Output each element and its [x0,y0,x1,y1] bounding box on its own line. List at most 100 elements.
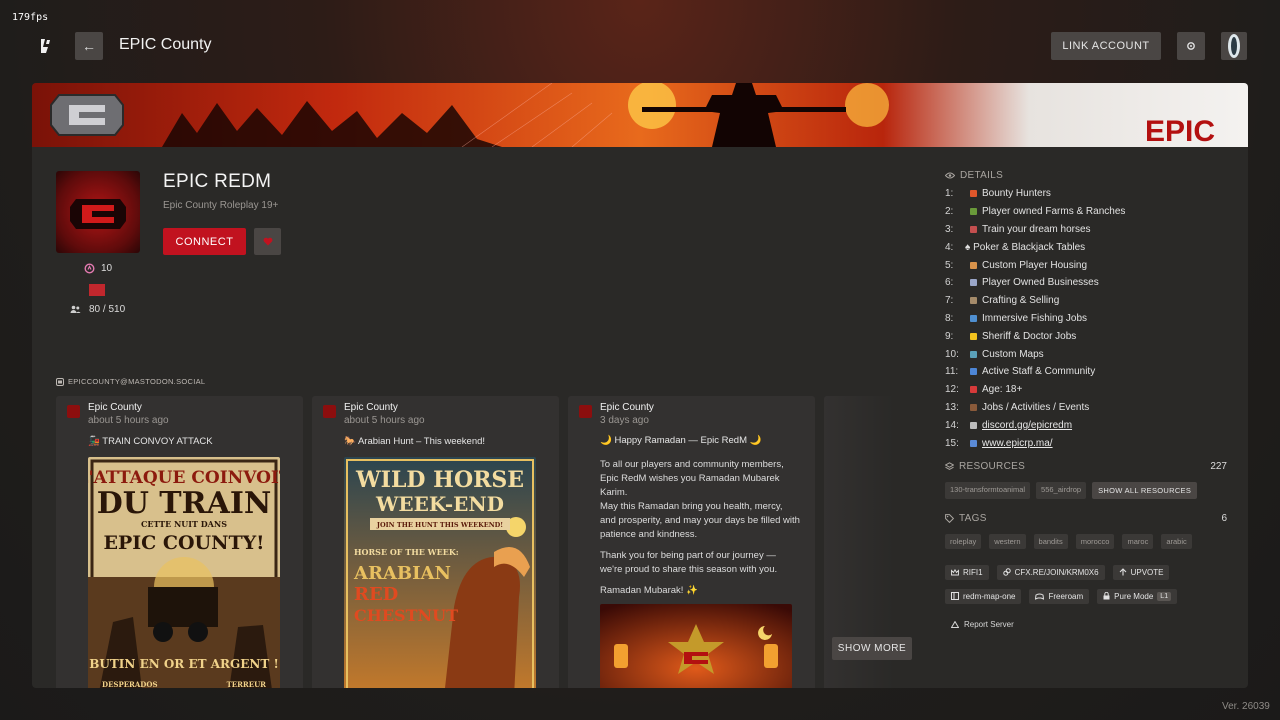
top-bar: ← EPIC County LINK ACCOUNT [0,30,1280,62]
report-label: Report Server [964,619,1014,629]
detail-number: 7: [945,295,954,307]
mastodon-label: EPICCOUNTY@MASTODON.SOCIAL [56,377,205,386]
favorite-button[interactable] [254,228,281,255]
join-link: CFX.RE/JOIN/KRM0X6 [1014,567,1099,577]
gamemode-badge: Freeroam [1029,588,1090,604]
poster-breed-1: ARABIAN [353,563,451,584]
poster-title-3: EPIC COUNTY! [103,532,264,554]
pure-mode-badge: Pure Mode L1 [1097,588,1178,604]
arrow-up-icon [1119,568,1126,576]
show-all-resources-button[interactable]: SHOW ALL RESOURCES [1092,481,1198,499]
detail-item[interactable]: 15: www.epicrp.ma/ [945,434,1227,452]
resources-chips: 130-transformtoanimal 556_airdrop SHOW A… [945,481,1227,499]
mastodon-account: EPICCOUNTY@MASTODON.SOCIAL [68,377,206,386]
detail-emoji-icon [970,421,977,429]
post-body: To all our players and community members… [600,458,800,605]
poster-title-2: WEEK-END [375,492,504,516]
settings-button[interactable] [1177,32,1205,60]
detail-emoji-icon [970,439,977,447]
resource-chip[interactable]: 556_airdrop [1036,481,1087,499]
detail-item[interactable]: 14: discord.gg/epicredm [945,416,1227,434]
tag-icon [945,514,954,523]
detail-emoji-icon [970,314,977,322]
detail-text: Crafting & Selling [982,295,1060,307]
feed-post[interactable]: Epic County about 5 hours ago 🐎 Arabian … [312,396,559,688]
detail-item: 1: Bounty Hunters [945,185,1227,203]
map-badge: redm-map-one [945,588,1022,604]
detail-emoji-icon [970,225,977,233]
page-title: EPIC County [119,36,212,53]
tag-chip[interactable]: maroc [1122,533,1154,549]
post-image[interactable] [600,604,792,688]
join-link-button[interactable]: CFX.RE/JOIN/KRM0X6 [996,564,1105,580]
server-banner: EPIC [32,83,1248,147]
boost-count: 10 [84,263,112,274]
tag-chip[interactable]: arabic [1161,533,1192,549]
resources-count: 227 [1210,460,1227,472]
detail-item: 4: ♠ Poker & Blackjack Tables [945,238,1227,256]
detail-item: 10: Custom Maps [945,345,1227,363]
app-logo-icon[interactable] [34,34,56,58]
connect-button[interactable]: CONNECT [163,228,246,255]
detail-text: Custom Player Housing [982,259,1088,271]
tag-chips: roleplay western bandits morocco maroc a… [945,533,1227,549]
upvote-button[interactable]: UPVOTE [1112,564,1170,580]
detail-number: 4: [945,241,954,253]
feed-post[interactable]: Epic County about 5 hours ago 🚂 TRAIN CO… [56,396,303,688]
feed-post[interactable]: Epic County 3 days ago 🌙 Happy Ramadan —… [568,396,815,688]
post-paragraph: To all our players and community members… [600,459,800,540]
server-subtitle: Epic County Roleplay 19+ [163,200,279,211]
resource-chip[interactable]: 130-transformtoanimal [945,481,1031,499]
poster-breed-3: CHESTNUT [354,606,458,625]
post-paragraph: Thank you for being part of our journey … [600,550,778,575]
user-avatar-button[interactable] [1221,32,1247,60]
post-avatar [323,405,336,418]
detail-link[interactable]: discord.gg/epicredm [982,420,1072,431]
detail-item: 12: Age: 18+ [945,381,1227,399]
detail-link[interactable]: www.epicrp.ma/ [982,438,1053,449]
tag-chip[interactable]: morocco [1075,533,1115,549]
resources-title: RESOURCES [959,460,1026,472]
show-more-button[interactable]: SHOW MORE [832,637,912,660]
detail-item: 13: Jobs / Activities / Events [945,399,1227,417]
post-image[interactable]: WILD HORSE WEEK-END JOIN THE HUNT THIS W… [344,457,536,688]
gamemode-name: Freeroam [1048,591,1084,601]
detail-number: 9: [945,330,954,342]
post-image[interactable]: L'ATTAQUE COINVOIT DU TRAIN CETTE NUIT D… [88,457,280,688]
detail-number: 3: [945,223,954,235]
gamepad-icon [1035,593,1045,600]
server-card: EPIC EPIC REDM Epic County Roleplay 19+ … [32,83,1248,688]
detail-emoji-icon [970,332,977,340]
back-button[interactable]: ← [75,32,103,60]
report-server-button[interactable]: Report Server [951,620,1227,629]
upvote-label: UPVOTE [1130,567,1164,577]
detail-emoji-icon [970,297,977,305]
pure-mode-label: Pure Mode [1114,591,1154,601]
detail-emoji-icon [970,386,977,394]
map-icon [951,592,959,601]
detail-emoji-icon [970,350,977,358]
tag-chip[interactable]: western [989,533,1026,549]
detail-text: Sheriff & Doctor Jobs [982,330,1077,342]
server-meta-actions: RIFI1 CFX.RE/JOIN/KRM0X6 UPVOTE [945,564,1227,580]
detail-item: 8: Immersive Fishing Jobs [945,310,1227,328]
tag-chip[interactable]: bandits [1033,533,1068,549]
owner-button[interactable]: RIFI1 [945,564,989,580]
heart-icon [263,237,272,246]
detail-item: 7: Crafting & Selling [945,292,1227,310]
resources-header: RESOURCES 227 [945,461,1227,475]
crown-icon [951,568,959,576]
poster-breed-2: RED [354,584,398,605]
detail-emoji-icon [970,403,977,411]
post-headline: 🌙 Happy Ramadan — Epic RedM 🌙 [600,435,762,446]
detail-emoji-icon [970,279,977,287]
gear-icon [1187,42,1195,50]
detail-emoji-icon [970,261,977,269]
detail-item: 2: Player owned Farms & Ranches [945,203,1227,221]
users-icon [70,305,81,313]
detail-text: Player Owned Businesses [982,277,1099,289]
link-account-button[interactable]: LINK ACCOUNT [1051,32,1161,60]
detail-emoji-icon [970,190,977,198]
tag-chip[interactable]: roleplay [945,533,982,549]
detail-item: 3: Train your dream horses [945,221,1227,239]
